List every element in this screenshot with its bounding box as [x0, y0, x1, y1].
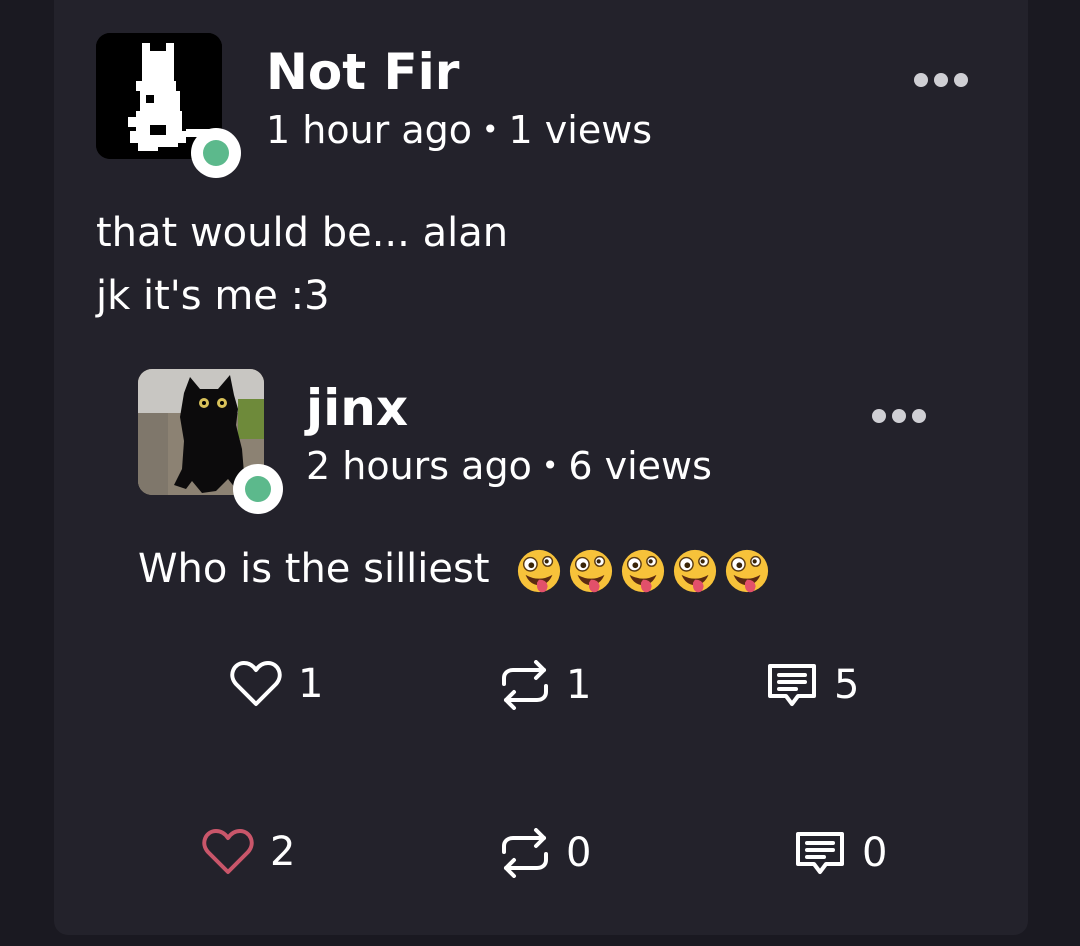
post-time: 1 hour ago [266, 108, 473, 152]
quote-text: Who is the silliest [138, 546, 490, 592]
quote-repost-button[interactable]: 1 [500, 660, 591, 710]
like-button[interactable]: 2 [202, 828, 295, 876]
quote-comment-button[interactable]: 5 [766, 660, 859, 710]
meta-separator: • [482, 113, 499, 146]
repost-button[interactable]: 0 [500, 828, 591, 878]
comment-icon [768, 664, 816, 706]
online-status-indicator [233, 464, 283, 514]
like-count: 2 [270, 829, 296, 875]
comment-count: 0 [862, 830, 888, 876]
zany-face-emoji [570, 549, 613, 593]
quote-author-name[interactable]: jinx [306, 378, 408, 438]
emoji-group [516, 548, 770, 594]
repost-icon [502, 828, 548, 878]
quote-time: 2 hours ago [306, 444, 532, 488]
post-line-1: that would be... alan [96, 210, 509, 256]
comment-icon [796, 832, 844, 874]
like-count: 1 [298, 661, 324, 707]
zany-face-emoji [726, 549, 769, 593]
heart-icon [230, 661, 282, 706]
online-status-indicator [191, 128, 241, 178]
meta-separator: • [541, 449, 559, 482]
repost-icon [502, 660, 548, 710]
zany-face-emoji [622, 549, 665, 593]
quote-views: 6 views [568, 444, 712, 488]
post-meta: 1 hour ago • 1 views [266, 106, 652, 154]
zany-face-emoji [518, 549, 561, 593]
more-icon[interactable] [872, 409, 926, 423]
zany-face-emoji [674, 549, 717, 593]
repost-count: 1 [566, 662, 592, 708]
quote-like-button[interactable]: 1 [230, 660, 323, 708]
author-name[interactable]: Not Fir [266, 42, 459, 102]
comment-count: 5 [834, 662, 860, 708]
comment-button[interactable]: 0 [794, 828, 887, 878]
repost-count: 0 [566, 830, 592, 876]
heart-icon [202, 829, 254, 874]
more-icon[interactable] [914, 73, 968, 87]
post-views: 1 views [508, 108, 653, 152]
quote-text-row: Who is the silliest [138, 538, 770, 600]
post-line-2: jk it's me :3 [96, 273, 330, 319]
quote-meta: 2 hours ago • 6 views [306, 442, 712, 490]
